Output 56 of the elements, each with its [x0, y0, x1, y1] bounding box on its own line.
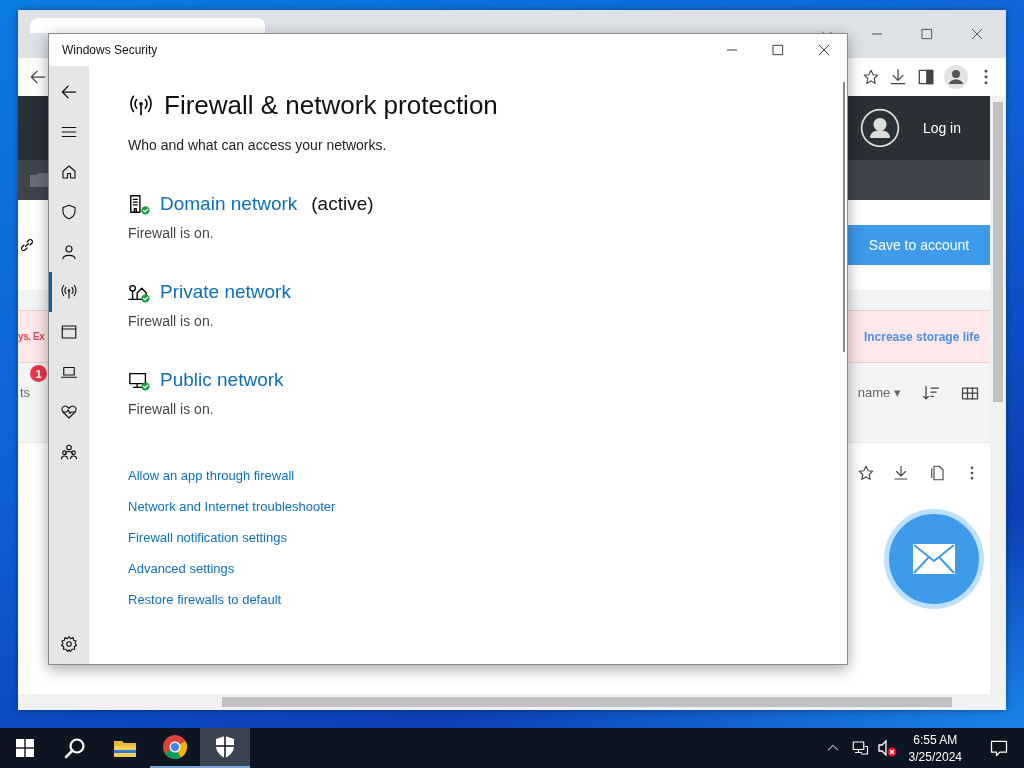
person-icon	[60, 243, 78, 261]
building-check-icon	[128, 193, 150, 215]
count-badge: 1	[30, 365, 47, 382]
star-icon[interactable]	[862, 68, 880, 86]
network-link[interactable]: Domain network	[160, 193, 298, 215]
link-icon[interactable]	[18, 236, 36, 254]
folder-icon	[30, 173, 48, 187]
windows-start-icon[interactable]	[16, 739, 34, 757]
login-link[interactable]: Log in	[922, 120, 980, 136]
family-icon	[60, 443, 78, 461]
shield-icon	[214, 735, 236, 759]
settings-icon[interactable]	[60, 635, 78, 653]
side-panel-icon[interactable]	[916, 67, 936, 87]
settings-link[interactable]: Allow an app through firewall	[128, 467, 295, 485]
close-icon[interactable]	[817, 43, 831, 57]
firewall-state: Firewall is on.	[128, 401, 215, 417]
close-icon[interactable]	[970, 27, 984, 41]
heart-pulse-icon	[60, 403, 78, 421]
clock-date[interactable]: 3/25/2024	[908, 749, 962, 764]
download-icon[interactable]	[888, 67, 908, 87]
settings-link[interactable]: Advanced settings	[128, 560, 235, 578]
settings-link[interactable]: Restore firewalls to default	[128, 591, 282, 609]
clock-time[interactable]: 6:55 AM	[908, 732, 962, 747]
network-status: (active)	[311, 193, 374, 215]
save-to-account-button[interactable]: Save to account	[848, 225, 990, 265]
taskbar-app[interactable]	[200, 728, 250, 768]
home-icon	[60, 163, 78, 181]
page-subtitle: Who and what can access your networks.	[128, 137, 388, 153]
profile-icon[interactable]	[944, 65, 968, 89]
chrome-logo-icon	[162, 734, 188, 760]
page-heading: Firewall & network protection	[164, 90, 498, 121]
browser-window-icon	[60, 323, 78, 341]
avatar-icon[interactable]	[858, 107, 901, 149]
sort-dropdown[interactable]: name ▾	[857, 385, 901, 400]
star-icon[interactable]	[856, 464, 875, 482]
network-icon[interactable]	[850, 739, 869, 757]
antenna-icon	[60, 283, 78, 301]
notification-icon[interactable]	[989, 738, 1009, 758]
muted-speaker-icon[interactable]	[876, 739, 897, 757]
firewall-state: Firewall is on.	[128, 313, 215, 329]
folder-icon	[113, 738, 137, 758]
settings-link[interactable]: Firewall notification settings	[128, 529, 287, 547]
network-link[interactable]: Private network	[160, 281, 291, 303]
maximize-icon[interactable]	[920, 27, 934, 41]
firewall-state: Firewall is on.	[128, 225, 215, 241]
maximize-icon[interactable]	[771, 43, 785, 57]
window-title: Windows Security	[61, 43, 159, 57]
shield-icon	[60, 203, 78, 221]
search-icon	[63, 736, 87, 760]
banner-text: ys. Ex	[18, 331, 45, 342]
vertical-scrollbar[interactable]	[990, 96, 1006, 710]
envelope-icon	[913, 544, 955, 574]
settings-link[interactable]: Network and Internet troubleshooter	[128, 498, 336, 516]
storage-link[interactable]: Increase storage life	[863, 329, 990, 344]
horizontal-scrollbar[interactable]	[18, 694, 990, 710]
network-link[interactable]: Public network	[160, 369, 284, 391]
